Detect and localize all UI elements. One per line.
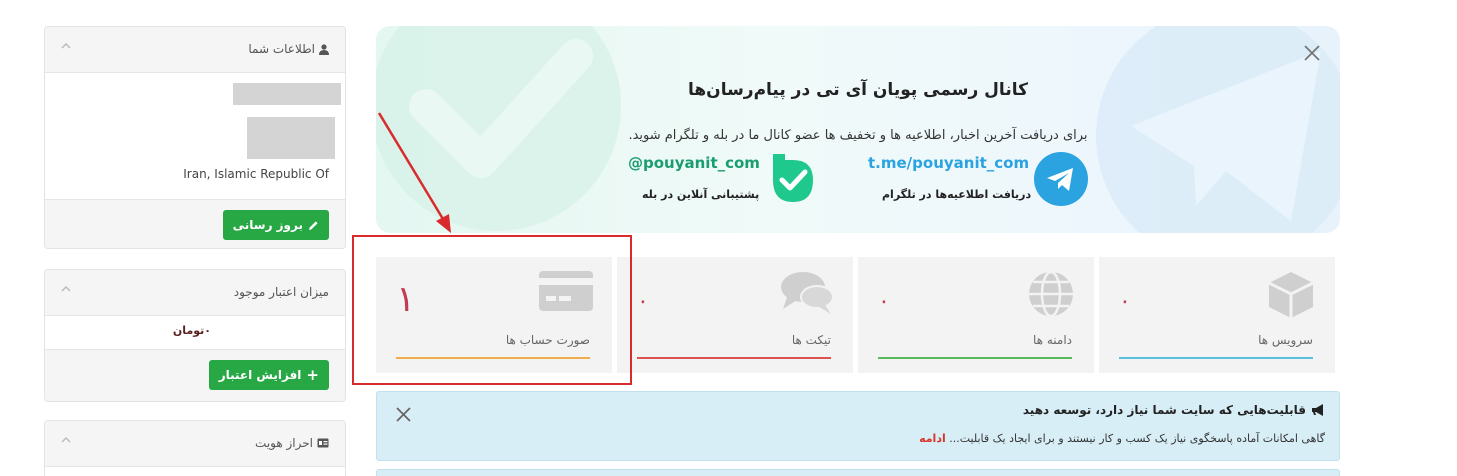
alert-body: گاهی امکانات آماده پاسخگوی نیاز یک کسب و… — [945, 432, 1325, 445]
stat-underline — [878, 357, 1072, 359]
user-name-redacted — [233, 83, 341, 105]
stat-underline — [637, 357, 831, 359]
next-alert-edge — [376, 469, 1340, 476]
user-info-panel: اطلاعات شما Iran, Islamic Republic Of بر… — [44, 26, 346, 249]
plus-icon: + — [306, 365, 319, 384]
telegram-caption: دریافت اطلاعیه‌ها در تلگرام — [882, 188, 1032, 201]
bale-caption: پشتیبانی آنلاین در بله — [642, 188, 760, 201]
chevron-up-icon[interactable] — [61, 284, 71, 294]
megaphone-icon — [1312, 404, 1323, 416]
stat-label: سرویس ها — [1258, 333, 1313, 347]
stat-card-domains[interactable]: ۰ دامنه ها — [858, 257, 1094, 373]
credit-header[interactable]: میزان اعتبار موجود — [45, 270, 345, 316]
stat-value: ۰ — [637, 289, 649, 314]
stat-label: تیکت ها — [791, 333, 831, 347]
channels-banner: کانال رسمی پویان آی تی در پیام‌رسان‌ها ب… — [376, 26, 1340, 233]
identity-header[interactable]: احراز هویت — [45, 421, 345, 467]
close-icon[interactable] — [1303, 44, 1321, 62]
user-icon — [319, 43, 329, 55]
user-info-title: اطلاعات شما — [248, 42, 315, 56]
user-address-redacted — [247, 117, 335, 159]
user-country: Iran, Islamic Republic Of — [183, 167, 329, 181]
comments-icon — [781, 272, 834, 314]
stat-value: ۰ — [878, 289, 890, 314]
alert-title: قابلیت‌هایی که سایت شما نیاز دارد، توسعه… — [1022, 403, 1306, 417]
add-credit-button[interactable]: + افزایش اعتبار — [208, 360, 329, 390]
stat-card-tickets[interactable]: ۰ تیکت ها — [617, 257, 853, 373]
banner-subtitle: برای دریافت آخرین اخبار، اطلاعیه ها و تخ… — [628, 128, 1088, 143]
pencil-icon — [309, 220, 318, 230]
credit-amount: ۰تومان — [172, 324, 211, 337]
stat-underline — [1119, 357, 1313, 359]
user-info-footer: بروز رسانی — [45, 199, 345, 248]
annotation-highlight-box — [352, 235, 632, 385]
chevron-up-icon[interactable] — [61, 435, 71, 445]
user-info-header[interactable]: اطلاعات شما — [45, 27, 345, 73]
bale-icon[interactable] — [765, 150, 821, 206]
telegram-link[interactable]: t.me/pouyanit_com — [868, 154, 1029, 172]
feature-alert: قابلیت‌هایی که سایت شما نیاز دارد، توسعه… — [376, 391, 1340, 461]
bale-link[interactable]: @pouyanit_com — [628, 154, 760, 172]
update-profile-button[interactable]: بروز رسانی — [222, 210, 329, 240]
globe-icon — [1029, 270, 1073, 318]
close-icon[interactable] — [396, 407, 411, 422]
alert-more-link[interactable]: ادامه — [919, 432, 946, 445]
identity-title: احراز هویت — [255, 436, 313, 450]
chevron-up-icon[interactable] — [61, 41, 71, 51]
box-icon — [1268, 272, 1314, 318]
stat-value: ۰ — [1119, 289, 1131, 314]
credit-title: میزان اعتبار موجود — [233, 285, 329, 299]
stat-card-services[interactable]: ۰ سرویس ها — [1099, 257, 1335, 373]
banner-title: کانال رسمی پویان آی تی در پیام‌رسان‌ها — [688, 80, 1028, 100]
credit-footer: + افزایش اعتبار — [45, 349, 345, 401]
stat-label: دامنه ها — [1033, 333, 1072, 347]
credit-panel: میزان اعتبار موجود ۰تومان + افزایش اعتبا… — [44, 269, 346, 402]
telegram-icon[interactable] — [1033, 151, 1089, 207]
identity-panel: احراز هویت — [44, 420, 346, 476]
id-card-icon — [317, 438, 329, 448]
